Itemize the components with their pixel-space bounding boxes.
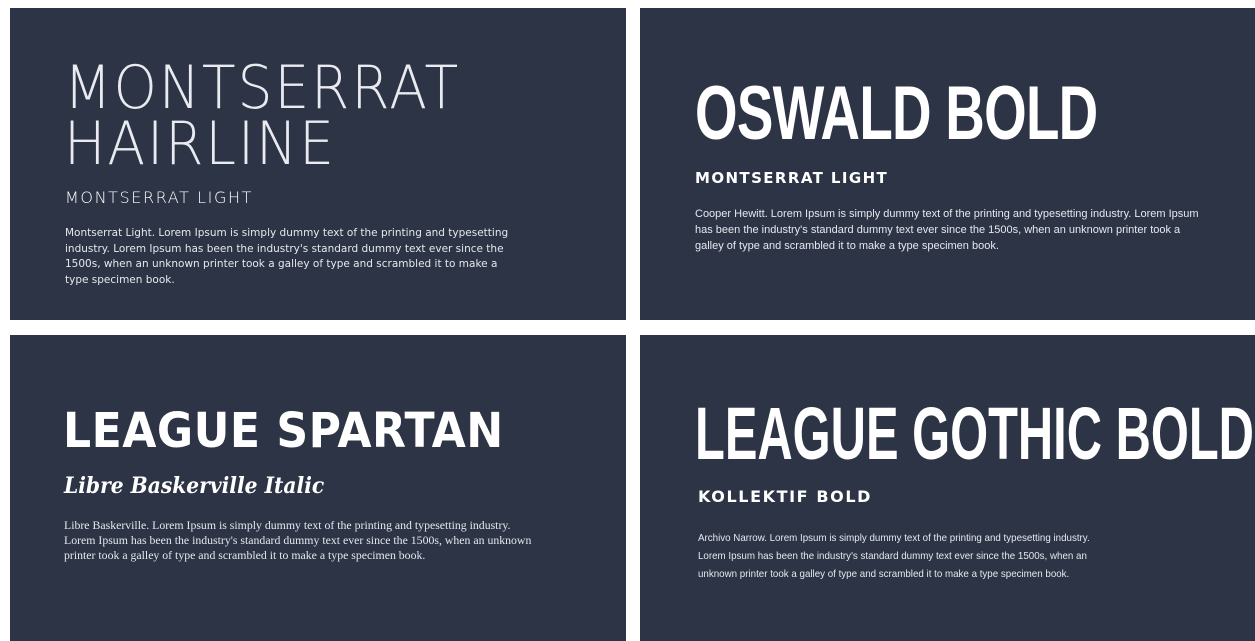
- card-subheading: MONTSERRAT LIGHT: [695, 169, 889, 187]
- card-subheading: KOLLEKTIF BOLD: [698, 487, 873, 506]
- card-subheading: MONTSERRAT LIGHT: [65, 188, 253, 207]
- font-pairing-card-oswald: OSWALD BOLD MONTSERRAT LIGHT Cooper Hewi…: [640, 8, 1255, 320]
- card-heading: LEAGUE GOTHIC BOLD: [695, 392, 1254, 475]
- card-heading: LEAGUE SPARTAN: [63, 403, 504, 459]
- card-body-text: Libre Baskerville. Lorem Ipsum is simply…: [64, 518, 532, 562]
- card-body-text: Archivo Narrow. Lorem Ipsum is simply du…: [698, 532, 1090, 580]
- card-heading: MONTSERRAT HAIRLINE: [64, 53, 461, 179]
- font-pairing-card-league-spartan: LEAGUE SPARTAN Libre Baskerville Italic …: [10, 335, 626, 641]
- card-body-text: Cooper Hewitt. Lorem Ipsum is simply dum…: [695, 208, 1199, 252]
- font-pairing-card-montserrat: MONTSERRAT HAIRLINE MONTSERRAT LIGHT Mon…: [10, 8, 626, 320]
- card-body-text: Montserrat Light. Lorem Ipsum is simply …: [65, 227, 509, 286]
- font-pairing-card-league-gothic: LEAGUE GOTHIC BOLD KOLLEKTIF BOLD Archiv…: [640, 335, 1255, 641]
- card-heading: OSWALD BOLD: [695, 71, 1098, 156]
- card-subheading: Libre Baskerville Italic: [64, 473, 325, 499]
